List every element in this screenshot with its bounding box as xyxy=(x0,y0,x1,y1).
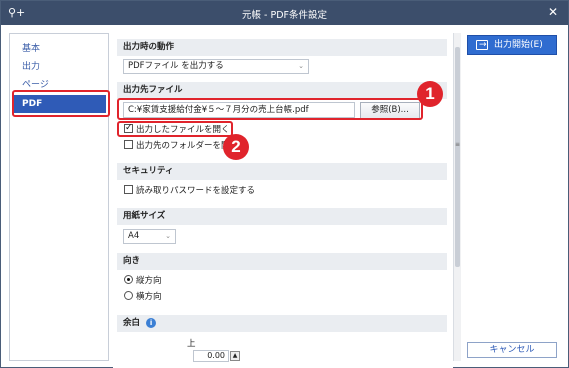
close-icon[interactable]: ✕ xyxy=(548,5,558,19)
content-scrollbar[interactable]: ≡ xyxy=(453,33,461,361)
pdf-settings-dialog: ⚲+ 元帳 - PDF条件設定 ✕ 基本 出力 ページ PDF 出力時の動作 P… xyxy=(0,0,569,368)
path-highlight-box xyxy=(117,98,423,120)
settings-sidebar: 基本 出力 ページ PDF xyxy=(9,33,109,361)
portrait-radio[interactable]: 縦方向 xyxy=(124,275,162,287)
password-checkbox[interactable]: 読み取りパスワードを設定する xyxy=(124,185,255,197)
title-bar: ⚲+ 元帳 - PDF条件設定 ✕ xyxy=(1,1,568,25)
checkbox-unchecked xyxy=(124,140,133,149)
radio-unselected xyxy=(124,291,133,300)
sidebar-highlight-box xyxy=(12,90,110,117)
sidebar-item-basic[interactable]: 基本 xyxy=(14,40,106,58)
landscape-radio[interactable]: 横方向 xyxy=(124,291,162,303)
radio-selected xyxy=(124,275,133,284)
chevron-down-icon: ⌄ xyxy=(298,62,304,70)
chevron-down-icon: ⌄ xyxy=(165,232,171,240)
checkbox-unchecked xyxy=(124,185,133,194)
info-icon[interactable]: i xyxy=(146,318,157,328)
section-behavior-title: 出力時の動作 xyxy=(117,39,447,56)
landscape-label: 横方向 xyxy=(136,292,162,302)
paper-size-value: A4 xyxy=(128,231,140,241)
behavior-select-value: PDFファイル を出力する xyxy=(128,61,224,71)
sidebar-item-output[interactable]: 出力 xyxy=(14,58,106,76)
export-icon xyxy=(476,36,488,54)
open-file-highlight-box xyxy=(117,121,233,137)
start-output-button[interactable]: 出力開始(E) xyxy=(467,35,557,55)
scrollbar-thumb[interactable] xyxy=(455,47,460,267)
cancel-button[interactable]: キャンセル xyxy=(467,342,557,358)
password-label: 読み取りパスワードを設定する xyxy=(136,186,256,196)
settings-content: 出力時の動作 PDFファイル を出力する ⌄ 出力先ファイル C:¥家賃支援給付… xyxy=(113,33,453,368)
action-panel: 出力開始(E) キャンセル xyxy=(463,33,563,361)
callout-badge-2: 2 xyxy=(223,134,249,160)
section-orientation-title: 向き xyxy=(117,253,447,270)
section-paper-title: 用紙サイズ xyxy=(117,208,447,225)
margin-top-label: 上 xyxy=(187,339,196,349)
margin-title-text: 余白 xyxy=(123,318,141,328)
open-folder-checkbox[interactable]: 出力先のフォルダーを開く xyxy=(124,140,238,152)
window-title: 元帳 - PDF条件設定 xyxy=(242,10,327,21)
grip-icon: ≡ xyxy=(454,141,461,148)
section-margin-title: 余白 i xyxy=(117,315,447,332)
paper-size-select[interactable]: A4 ⌄ xyxy=(123,229,176,244)
margin-top-input[interactable]: 0.00 xyxy=(193,350,229,362)
section-security-title: セキュリティ xyxy=(117,163,447,180)
callout-badge-1: 1 xyxy=(417,81,443,107)
section-destination-title: 出力先ファイル xyxy=(117,82,447,99)
start-output-label: 出力開始(E) xyxy=(494,40,543,50)
behavior-select[interactable]: PDFファイル を出力する ⌄ xyxy=(123,59,309,74)
portrait-label: 縦方向 xyxy=(136,276,162,286)
spin-up-icon[interactable]: ▲ xyxy=(230,351,240,361)
